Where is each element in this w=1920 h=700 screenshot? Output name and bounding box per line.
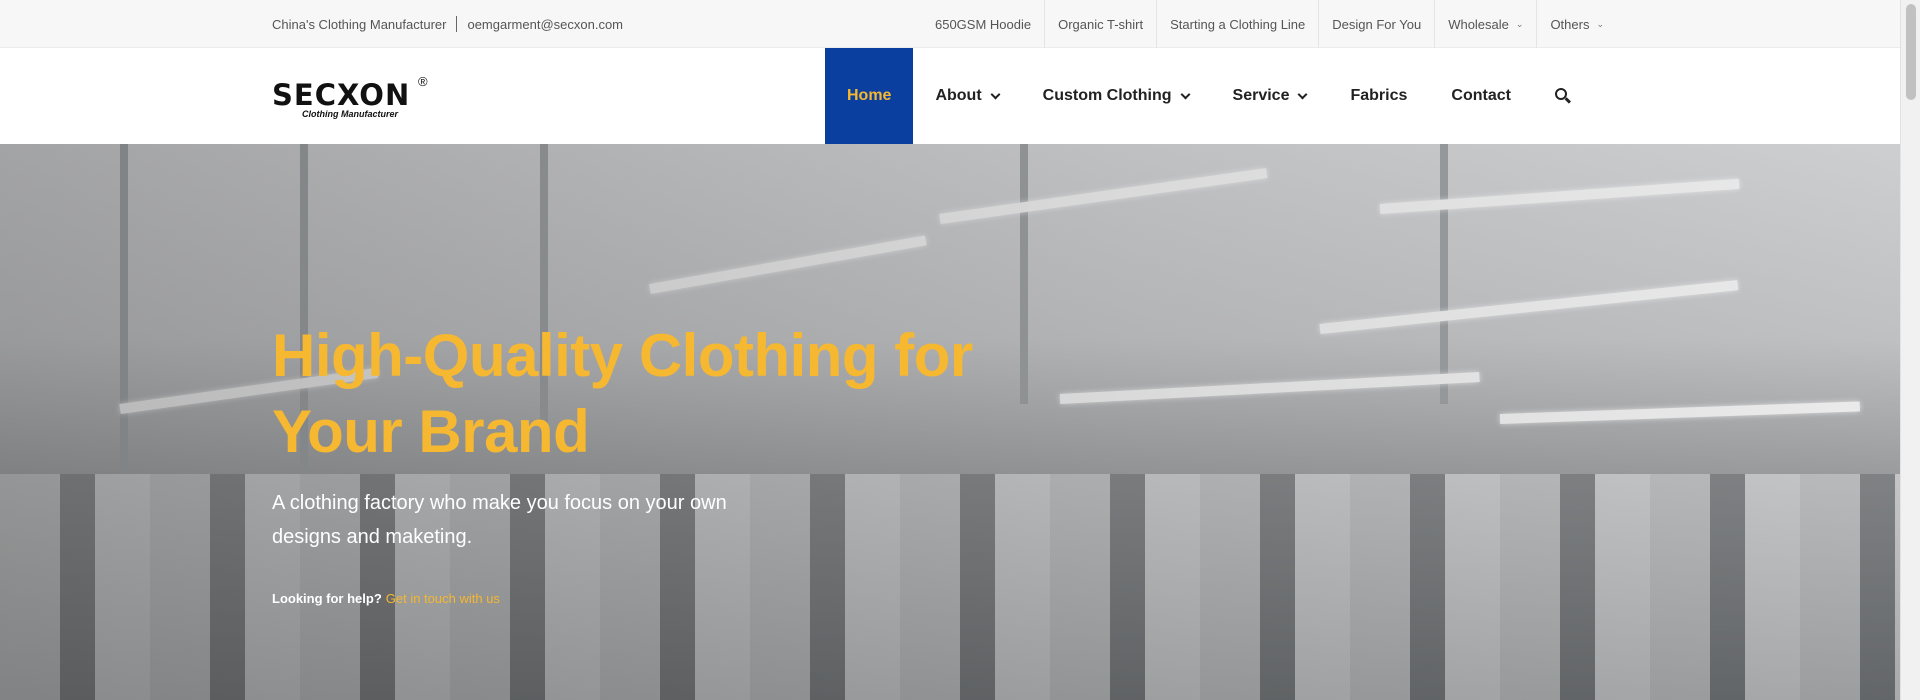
topbar-contact: China's Clothing Manufacturer oemgarment…: [272, 0, 623, 48]
topbar-link-label: Design For You: [1332, 16, 1422, 32]
nav-item-label: Home: [847, 87, 892, 104]
logo-registered-mark: ®: [418, 74, 428, 89]
nav-item-contact[interactable]: Contact: [1429, 48, 1533, 144]
topbar-email-link[interactable]: oemgarment@secxon.com: [467, 17, 623, 32]
nav-item-label: Contact: [1451, 87, 1511, 104]
topbar-link-design-for-you[interactable]: Design For You: [1318, 0, 1434, 48]
topbar-link-label: Starting a Clothing Line: [1170, 16, 1306, 32]
topbar-link-organic-tshirt[interactable]: Organic T-shirt: [1044, 0, 1156, 48]
topbar-tagline: China's Clothing Manufacturer: [272, 16, 447, 32]
hero-help-label: Looking for help?: [272, 591, 382, 606]
logo-tagline: Clothing Manufacturer: [302, 109, 398, 119]
nav-item-label: Service: [1232, 87, 1290, 104]
topbar-link-wholesale[interactable]: Wholesale ⌄: [1434, 0, 1536, 48]
search-button[interactable]: [1533, 48, 1593, 144]
page-scrollbar[interactable]: [1900, 0, 1920, 700]
hero-subtitle: A clothing factory who make you focus on…: [272, 492, 727, 548]
topbar-link-others[interactable]: Others ⌄: [1536, 0, 1617, 48]
site-logo[interactable]: SECXON ® Clothing Manufacturer: [272, 74, 442, 120]
search-icon: [1554, 88, 1571, 104]
logo-wordmark: SECXON: [272, 78, 411, 112]
chevron-down-icon: [990, 89, 1001, 99]
chevron-down-icon: [1298, 89, 1308, 99]
topbar-link-starting-clothing-line[interactable]: Starting a Clothing Line: [1156, 0, 1318, 48]
hero-title: High-Quality Clothing for Your Brand: [272, 322, 973, 465]
hero-banner: High-Quality Clothing for Your Brand A c…: [0, 144, 1900, 700]
nav-item-service[interactable]: Service: [1211, 48, 1329, 144]
nav-item-label: Fabrics: [1350, 87, 1408, 104]
get-in-touch-link[interactable]: Get in touch with us: [386, 591, 500, 606]
topbar-link-label: Others: [1550, 16, 1590, 32]
main-nav: Home About Custom Clothing Service Fabri…: [825, 48, 1593, 144]
nav-item-label: Custom Clothing: [1042, 87, 1172, 104]
nav-item-about[interactable]: About: [913, 48, 1020, 144]
site-header: SECXON ® Clothing Manufacturer Home Abou…: [0, 48, 1900, 144]
top-utility-bar: China's Clothing Manufacturer oemgarment…: [0, 0, 1900, 48]
nav-item-fabrics[interactable]: Fabrics: [1328, 48, 1429, 144]
hero-help-line: Looking for help? Get in touch with us: [272, 591, 500, 606]
scrollbar-thumb[interactable]: [1906, 4, 1916, 100]
topbar-links: 650GSM Hoodie Organic T-shirt Starting a…: [922, 0, 1617, 48]
topbar-divider: [456, 16, 458, 32]
topbar-link-650gsm-hoodie[interactable]: 650GSM Hoodie: [922, 0, 1044, 48]
nav-item-custom-clothing[interactable]: Custom Clothing: [1021, 48, 1211, 144]
topbar-link-label: 650GSM Hoodie: [934, 16, 1032, 32]
chevron-down-icon: ⌄: [1515, 18, 1524, 29]
chevron-down-icon: [1180, 89, 1190, 99]
nav-item-home[interactable]: Home: [825, 48, 914, 144]
topbar-link-label: Wholesale: [1448, 16, 1509, 32]
search-icon-handle: [1564, 97, 1571, 104]
chevron-down-icon: ⌄: [1596, 18, 1604, 29]
topbar-link-label: Organic T-shirt: [1058, 16, 1144, 32]
nav-item-label: About: [935, 87, 982, 104]
